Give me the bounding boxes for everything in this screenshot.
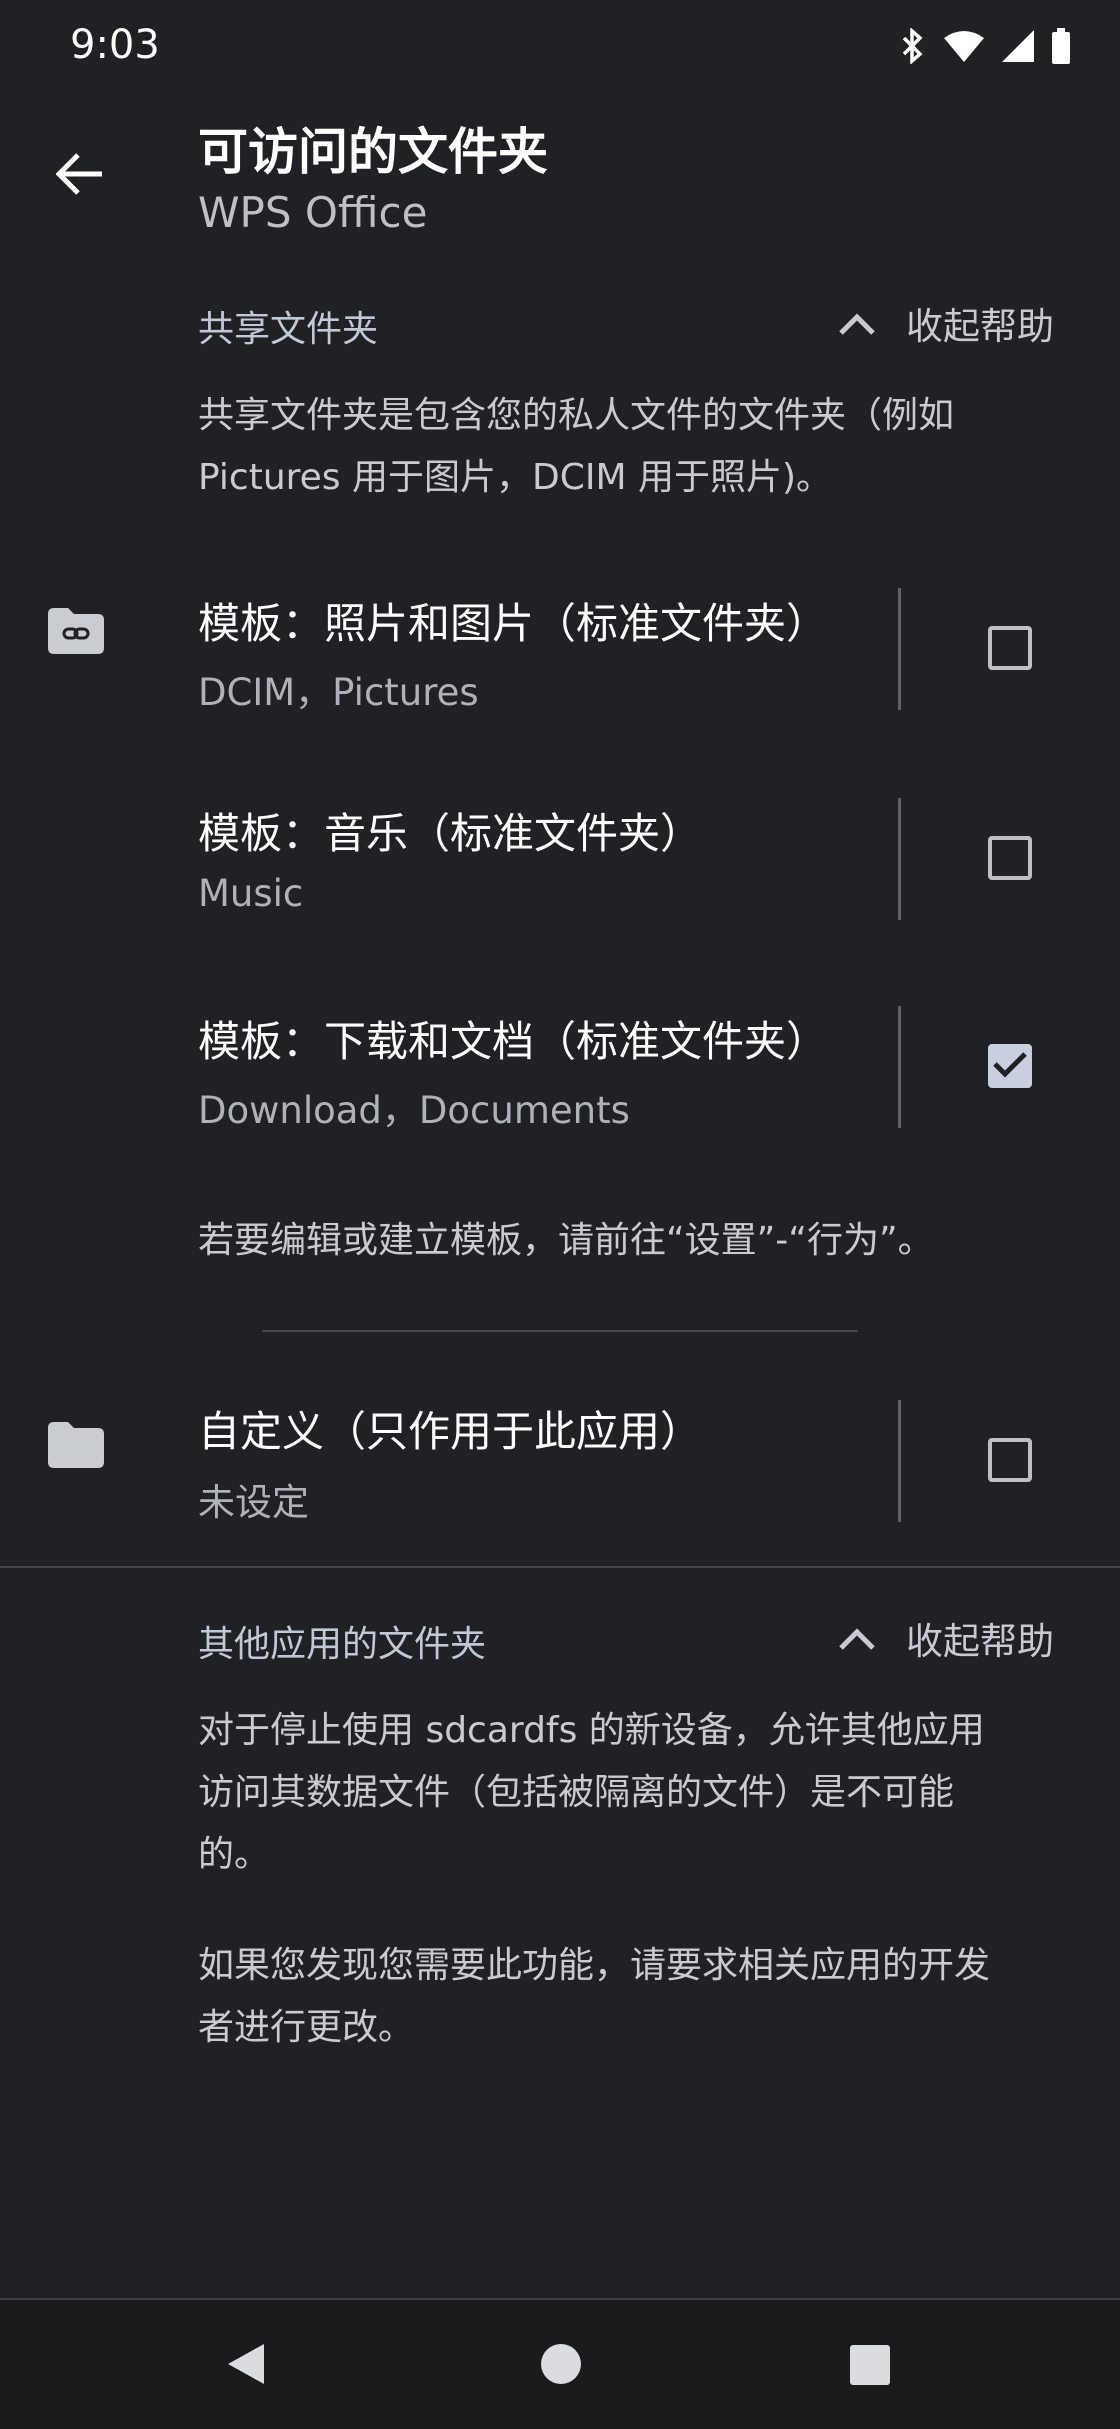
- bluetooth-icon: [900, 27, 926, 68]
- shared-help-line-2: Pictures 用于图片，DCIM 用于照片)。: [198, 457, 833, 498]
- template-download-checkbox[interactable]: [988, 1044, 1032, 1088]
- cell-signal-icon: [1002, 30, 1034, 66]
- folder-icon: [48, 1422, 104, 1472]
- other-help-para-2: 如果您发现您需要此功能，请要求相关应用的开发 者进行更改。: [198, 1935, 1078, 2059]
- custom-folder-row[interactable]: 自定义（只作用于此应用） 未设定: [0, 1398, 1120, 1548]
- other-para1-line-1: 对于停止使用 sdcardfs 的新设备，允许其他应用: [198, 1710, 985, 1751]
- template-footnote: 若要编辑或建立模板，请前往“设置”-“行为”。: [198, 1220, 934, 1261]
- other-help-toggle[interactable]: 收起帮助: [838, 1611, 1054, 1665]
- page-subtitle: WPS Office: [198, 188, 428, 237]
- section-divider: [262, 1330, 858, 1332]
- shared-help-toggle-label: 收起帮助: [906, 305, 1054, 348]
- template-photos-subtitle: DCIM，Pictures: [198, 671, 479, 714]
- template-music-subtitle: Music: [198, 872, 304, 915]
- page-title: 可访问的文件夹: [198, 123, 548, 181]
- other-para1-line-2: 访问其数据文件（包括被隔离的文件）是不可能: [198, 1772, 955, 1813]
- template-row-download[interactable]: 模板：下载和文档（标准文件夹） Download，Documents: [0, 988, 1120, 1138]
- back-button[interactable]: [40, 136, 120, 216]
- custom-folder-title: 自定义（只作用于此应用）: [198, 1407, 703, 1456]
- nav-recents-icon[interactable]: [850, 2345, 890, 2389]
- vertical-divider: [898, 798, 901, 920]
- template-row-music[interactable]: 模板：音乐（标准文件夹） Music: [0, 780, 1120, 930]
- wifi-icon: [944, 30, 984, 66]
- nav-home-icon[interactable]: [540, 2343, 582, 2389]
- template-music-title: 模板：音乐（标准文件夹）: [198, 809, 703, 858]
- chevron-up-icon: [838, 302, 876, 345]
- system-nav-bar: [0, 2298, 1120, 2429]
- template-download-title: 模板：下载和文档（标准文件夹）: [198, 1017, 829, 1066]
- shared-help-toggle[interactable]: 收起帮助: [838, 296, 1054, 350]
- shared-help-line-1: 共享文件夹是包含您的私人文件的文件夹（例如: [198, 395, 955, 436]
- vertical-divider: [898, 1400, 901, 1522]
- shared-help-text: 共享文件夹是包含您的私人文件的文件夹（例如 Pictures 用于图片，DCIM…: [198, 385, 1058, 509]
- folder-shared-icon: [48, 608, 104, 658]
- other-para2-line-1: 如果您发现您需要此功能，请要求相关应用的开发: [198, 1945, 991, 1986]
- other-folders-heading: 其他应用的文件夹: [198, 1624, 487, 1665]
- template-photos-title: 模板：照片和图片（标准文件夹）: [198, 599, 829, 648]
- vertical-divider: [898, 1006, 901, 1128]
- status-bar: 9:03: [0, 0, 1120, 100]
- status-time: 9:03: [70, 22, 160, 68]
- other-help-toggle-label: 收起帮助: [906, 1620, 1054, 1663]
- battery-icon: [1052, 28, 1070, 68]
- other-para1-line-3: 的。: [198, 1834, 271, 1875]
- custom-folder-subtitle: 未设定: [198, 1481, 309, 1524]
- nav-back-icon[interactable]: [226, 2342, 266, 2390]
- template-row-photos[interactable]: 模板：照片和图片（标准文件夹） DCIM，Pictures: [0, 570, 1120, 720]
- status-icons: [900, 27, 1070, 68]
- other-para2-line-2: 者进行更改。: [198, 2007, 415, 2048]
- template-music-checkbox[interactable]: [988, 836, 1032, 880]
- template-download-subtitle: Download，Documents: [198, 1089, 630, 1132]
- template-photos-checkbox[interactable]: [988, 626, 1032, 670]
- check-icon: [992, 1050, 1028, 1082]
- other-help-para-1: 对于停止使用 sdcardfs 的新设备，允许其他应用 访问其数据文件（包括被隔…: [198, 1700, 1078, 1886]
- vertical-divider: [898, 588, 901, 710]
- chevron-up-icon: [838, 1617, 876, 1660]
- arrow-back-icon: [55, 152, 104, 200]
- full-divider: [0, 1566, 1120, 1568]
- custom-folder-checkbox[interactable]: [988, 1438, 1032, 1482]
- shared-folders-heading: 共享文件夹: [198, 309, 379, 350]
